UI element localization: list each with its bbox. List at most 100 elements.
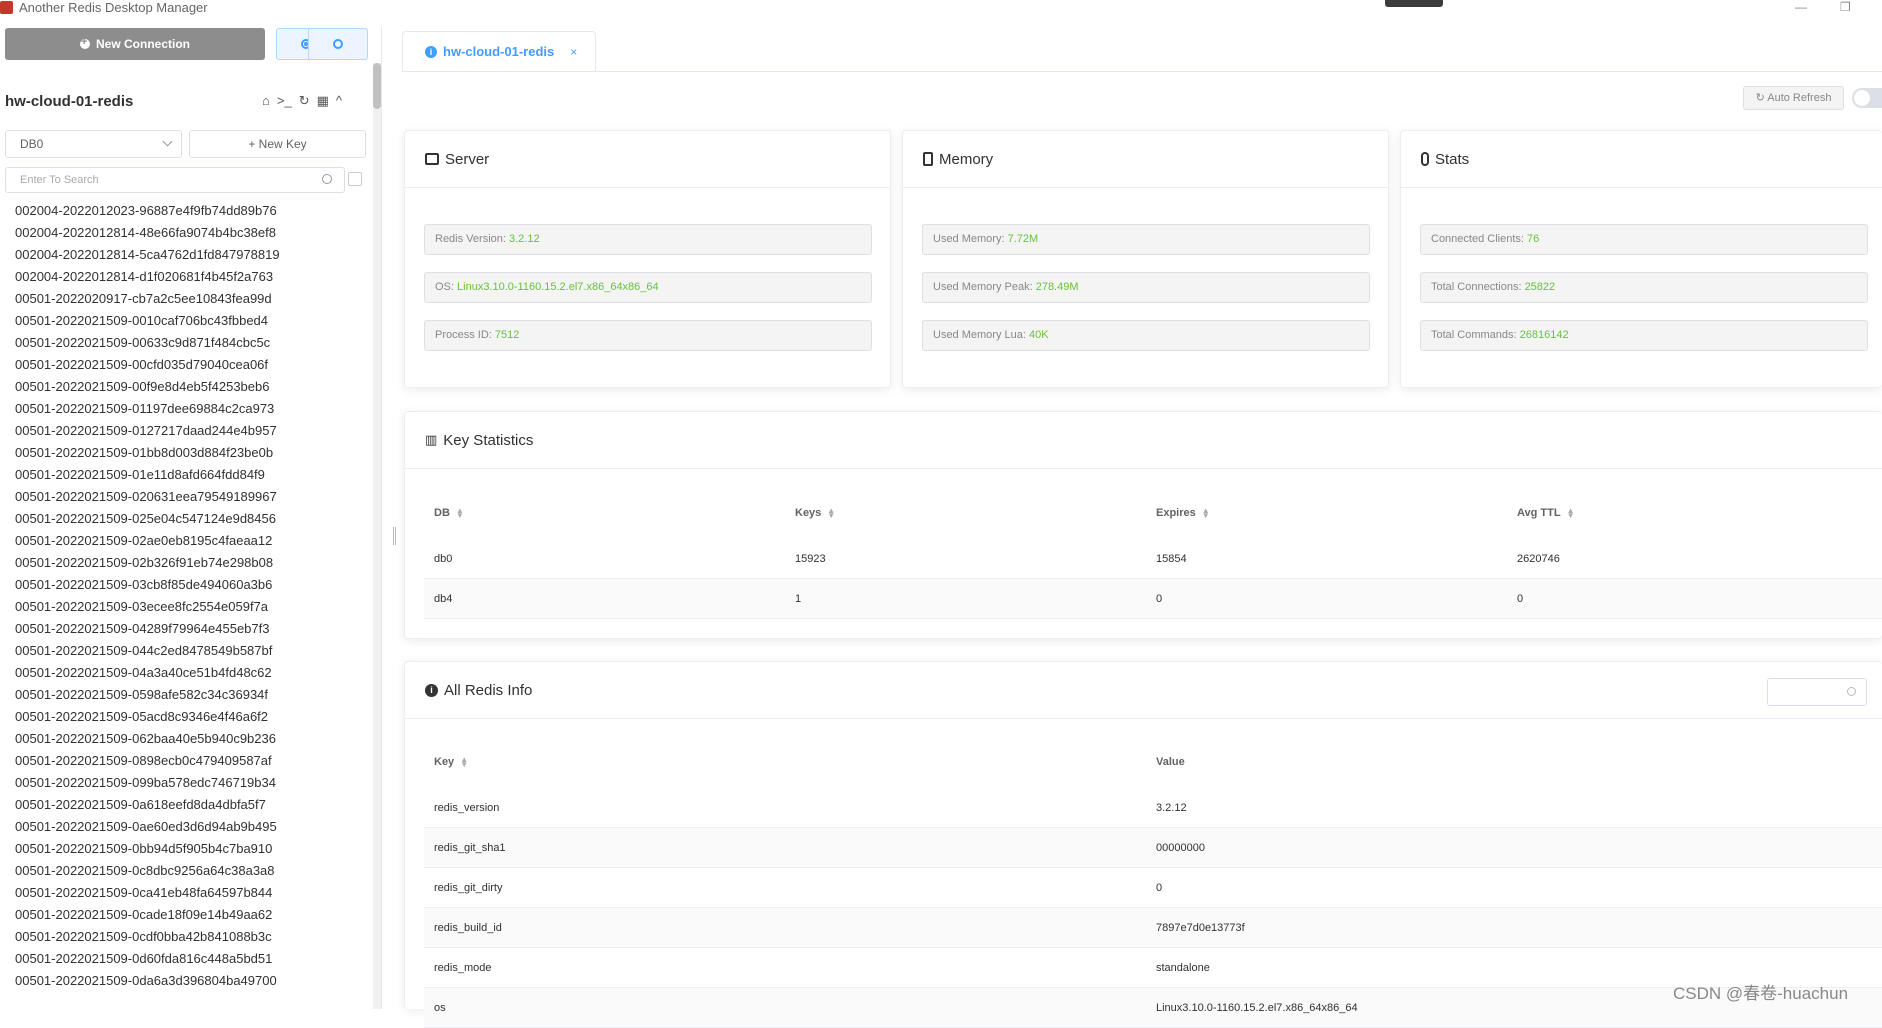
key-list-item[interactable]: 00501-2022021509-0a618eefd8da4dbfa5f7 — [15, 794, 355, 816]
new-connection-button[interactable]: New Connection — [5, 28, 265, 60]
chevron-up-icon[interactable]: ^ — [336, 93, 342, 109]
column-header-keys[interactable]: Keys ▲ ▼ — [795, 507, 835, 520]
key-list-item[interactable]: 00501-2022021509-00633c9d871f484cbc5c — [15, 332, 355, 354]
key-list-item[interactable]: 00501-2022021509-0127217daad244e4b957 — [15, 420, 355, 442]
key-list-item[interactable]: 00501-2022021509-00cfd035d79040cea06f — [15, 354, 355, 376]
key-list-item[interactable]: 00501-2022021509-02ae0eb8195c4faeaa12 — [15, 530, 355, 552]
key-list-item[interactable]: 00501-2022021509-01bb8d003d884f23be0b — [15, 442, 355, 464]
stats-card: Stats Connected Clients: 76 Total Connec… — [1400, 130, 1882, 388]
key-search-input[interactable]: Enter To Search — [5, 167, 345, 193]
search-icon[interactable] — [322, 174, 332, 184]
info-label: Used Memory Lua: — [933, 329, 1029, 341]
key-list-item[interactable]: 00501-2022021509-00f9e8d4eb5f4253beb6 — [15, 376, 355, 398]
key-list-item[interactable]: 00501-2022021509-03ecee8fc2554e059f7a — [15, 596, 355, 618]
key-list-item[interactable]: 00501-2022021509-0cade18f09e14b49aa62 — [15, 904, 355, 926]
key-list-item[interactable]: 00501-2022021509-0cdf0bba42b841088b3c — [15, 926, 355, 948]
taskbar-preview — [1385, 0, 1443, 7]
info-value: 40K — [1028, 329, 1049, 341]
grid-icon[interactable]: ▦ — [317, 93, 329, 109]
header-label: Key — [434, 756, 455, 768]
memory-icon — [923, 152, 933, 166]
info-label: Used Memory Peak: — [933, 281, 1036, 293]
table-row: redis_mode standalone — [424, 948, 1882, 988]
info-value: 7512 — [494, 329, 520, 341]
key-list-item[interactable]: 00501-2022021509-044c2ed8478549b587bf — [15, 640, 355, 662]
cell-key: redis_build_id — [434, 922, 502, 934]
cell-db: db0 — [434, 553, 453, 565]
history-button[interactable] — [308, 28, 368, 60]
plus-circle-icon — [79, 36, 90, 49]
key-list-item[interactable]: 00501-2022021509-01e11d8afd664fdd84f9 — [15, 464, 355, 486]
new-key-label: New Key — [258, 137, 307, 151]
memory-card-header: Memory — [903, 131, 1388, 188]
key-list-item[interactable]: 00501-2022021509-099ba578edc746719b34 — [15, 772, 355, 794]
key-statistics-title: Key Statistics — [443, 431, 534, 449]
key-list-item[interactable]: 00501-2022020917-cb7a2c5ee10843fea99d — [15, 288, 355, 310]
key-list-item[interactable]: 00501-2022021509-0598afe582c34c36934f — [15, 684, 355, 706]
key-list-item[interactable]: 002004-2022012023-96887e4f9fb74dd89b76 — [15, 200, 355, 222]
key-list-item[interactable]: 00501-2022021509-0898ecb0c479409587af — [15, 750, 355, 772]
key-list-item[interactable]: 002004-2022012814-48e66fa9074b4bc38ef8 — [15, 222, 355, 244]
column-header-expires[interactable]: Expires ▲ ▼ — [1156, 507, 1210, 520]
column-header-key[interactable]: Key ▲ ▼ — [434, 756, 468, 769]
key-list-item[interactable]: 00501-2022021509-0010caf706bc43fbbed4 — [15, 310, 355, 332]
cell-avg-ttl: 2620746 — [1517, 553, 1560, 565]
search-placeholder: Enter To Search — [20, 174, 99, 186]
column-header-value: Value — [1156, 756, 1185, 768]
stats-info-item: Total Connections: 25822 — [1420, 272, 1868, 303]
auto-refresh-toggle[interactable] — [1852, 88, 1882, 108]
column-header-db[interactable]: DB ▲ ▼ — [434, 507, 464, 520]
cell-value: 00000000 — [1156, 842, 1205, 854]
key-list-item[interactable]: 00501-2022021509-020631eea79549189967 — [15, 486, 355, 508]
key-list-item[interactable]: 00501-2022021509-0ca41eb48fa64597b844 — [15, 882, 355, 904]
restore-button[interactable]: ❐ — [1840, 0, 1851, 14]
table-row: redis_git_sha1 00000000 — [424, 828, 1882, 868]
db-select[interactable]: DB0 — [5, 130, 182, 158]
table-row: redis_version 3.2.12 — [424, 788, 1882, 828]
exact-search-checkbox[interactable] — [348, 172, 362, 186]
close-icon[interactable]: × — [570, 45, 577, 59]
key-list-item[interactable]: 002004-2022012814-5ca4762d1fd847978819 — [15, 244, 355, 266]
cell-key: redis_version — [434, 802, 500, 814]
key-list-item[interactable]: 00501-2022021509-01197dee69884c2ca973 — [15, 398, 355, 420]
header-label: Keys — [795, 507, 822, 519]
cell-value: standalone — [1156, 962, 1210, 974]
sidebar: New Connection hw-cloud-01-redis ⌂ >_ ↻ … — [0, 17, 375, 1009]
key-list-item[interactable]: 00501-2022021509-04a3a40ce51b4fd48c62 — [15, 662, 355, 684]
plus-icon: + — [248, 137, 259, 151]
header-label: Avg TTL — [1517, 507, 1561, 519]
home-icon[interactable]: ⌂ — [262, 93, 270, 109]
title-bar: Another Redis Desktop Manager — ❐ — [0, 0, 1882, 17]
info-value: Linux3.10.0-1160.15.2.el7.x86_64x86_64 — [457, 281, 659, 293]
key-list-item[interactable]: 00501-2022021509-0bb94d5f905b4c7ba910 — [15, 838, 355, 860]
cell-key: redis_mode — [434, 962, 492, 974]
key-list-item[interactable]: 00501-2022021509-02b326f91eb74e298b08 — [15, 552, 355, 574]
resize-handle[interactable] — [393, 527, 396, 545]
memory-info-item: Used Memory: 7.72M — [922, 224, 1370, 255]
app-icon — [0, 1, 13, 14]
key-list-item[interactable]: 00501-2022021509-0da6a3d396804ba49700 — [15, 970, 355, 992]
cell-avg-ttl: 0 — [1517, 593, 1524, 605]
tab-label: hw-cloud-01-redis — [443, 44, 555, 59]
key-list-item[interactable]: 00501-2022021509-0ae60ed3d6d94ab9b495 — [15, 816, 355, 838]
key-list-item[interactable]: 00501-2022021509-04289f79964e455eb7f3 — [15, 618, 355, 640]
scrollbar-thumb[interactable] — [373, 63, 381, 109]
auto-refresh-button[interactable]: ↻ Auto Refresh — [1743, 86, 1844, 110]
tab-connection[interactable]: i hw-cloud-01-redis × — [402, 31, 596, 71]
info-search-input[interactable] — [1767, 678, 1867, 706]
new-key-button[interactable]: + New Key — [189, 130, 366, 158]
key-list-item[interactable]: 00501-2022021509-062baa40e5b940c9b236 — [15, 728, 355, 750]
column-header-avg-ttl[interactable]: Avg TTL ▲ ▼ — [1517, 507, 1575, 520]
terminal-icon[interactable]: >_ — [277, 93, 292, 109]
key-list-item[interactable]: 00501-2022021509-0c8dbc9256a64c38a3a8 — [15, 860, 355, 882]
stats-card-header: Stats — [1401, 131, 1882, 188]
minimize-button[interactable]: — — [1795, 0, 1807, 14]
key-list-item[interactable]: 00501-2022021509-03cb8f85de494060a3b6 — [15, 574, 355, 596]
sidebar-scrollbar[interactable] — [373, 63, 381, 1009]
key-list-item[interactable]: 00501-2022021509-0d60fda816c448a5bd51 — [15, 948, 355, 970]
refresh-icon[interactable]: ↻ — [299, 93, 310, 109]
cell-value: 7897e7d0e13773f — [1156, 922, 1245, 934]
key-list-item[interactable]: 00501-2022021509-05acd8c9346e4f46a6f2 — [15, 706, 355, 728]
key-list-item[interactable]: 002004-2022012814-d1f020681f4b45f2a763 — [15, 266, 355, 288]
key-list-item[interactable]: 00501-2022021509-025e04c547124e9d8456 — [15, 508, 355, 530]
